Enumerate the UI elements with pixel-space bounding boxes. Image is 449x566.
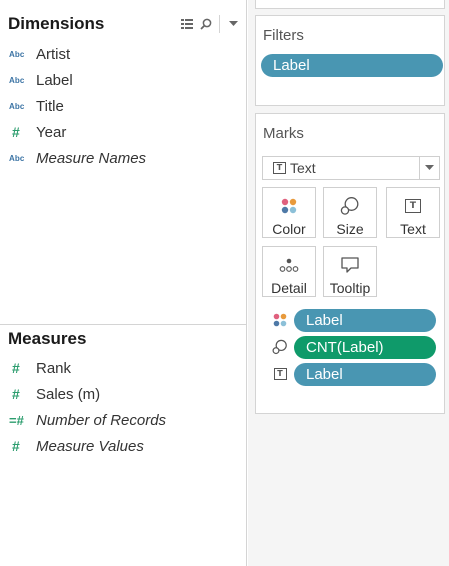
color-dots-icon (263, 196, 315, 216)
abc-icon: Abc (9, 153, 25, 163)
mark-type-dropdown[interactable]: T Text (262, 156, 440, 180)
marks-card: Marks T Text Color Size T Text Detail To… (255, 113, 445, 414)
mark-type-value: Text (290, 160, 316, 176)
field-measure-values[interactable]: # Measure Values (0, 433, 247, 459)
field-label: Year (36, 123, 67, 141)
tooltip-button-label: Tooltip (329, 280, 371, 296)
dimensions-list: Abc Artist Abc Label Abc Title # Year Ab… (0, 41, 247, 171)
size-button[interactable]: Size (323, 187, 377, 238)
text-mark-icon: T (273, 162, 286, 174)
pill-label: CNT(Label) (306, 339, 384, 356)
filters-title: Filters (263, 27, 304, 44)
field-rank[interactable]: # Rank (0, 355, 247, 381)
color-button-label: Color (272, 221, 306, 237)
size-circles-icon (272, 339, 288, 355)
field-label: Rank (36, 359, 72, 377)
view-list-icon[interactable] (181, 18, 193, 30)
size-encoding-pill[interactable]: CNT(Label) (294, 336, 436, 359)
field-label: Label (36, 71, 73, 89)
text-box-icon: T (272, 366, 288, 382)
text-encoding-pill[interactable]: Label (294, 363, 436, 386)
pages-card (255, 0, 445, 9)
color-encoding-pill[interactable]: Label (294, 309, 436, 332)
pill-label: Label (306, 366, 343, 383)
tooltip-button[interactable]: Tooltip (323, 246, 377, 297)
hash-icon: # (12, 438, 20, 454)
field-label: Sales (m) (36, 385, 101, 403)
hash-icon: # (12, 386, 20, 402)
measures-header: Measures (0, 325, 247, 353)
dropdown-arrow-icon[interactable] (227, 18, 239, 30)
chevron-down-icon[interactable] (419, 157, 439, 179)
field-label: Measure Values (36, 437, 144, 455)
field-measure-names[interactable]: Abc Measure Names (0, 145, 247, 171)
text-box-icon: T (387, 196, 439, 216)
toolbar-divider (219, 15, 220, 33)
field-label: Title (36, 97, 64, 115)
measures-list: # Rank # Sales (m) =# Number of Records … (0, 355, 247, 459)
field-sales[interactable]: # Sales (m) (0, 381, 247, 407)
abc-icon: Abc (9, 75, 25, 85)
search-icon[interactable] (200, 18, 212, 30)
field-label: Measure Names (36, 149, 147, 167)
dimensions-header: Dimensions (0, 10, 247, 38)
filters-card[interactable]: Filters Label (255, 15, 445, 106)
field-year[interactable]: # Year (0, 119, 247, 145)
field-label: Artist (36, 45, 71, 63)
marks-title: Marks (263, 125, 304, 142)
pill-label: Label (273, 57, 310, 74)
hash-icon: # (12, 124, 20, 140)
detail-button-label: Detail (271, 280, 307, 296)
calculated-hash-icon: =# (9, 412, 24, 428)
size-circles-icon (324, 196, 376, 216)
measures-title: Measures (8, 329, 87, 348)
abc-icon: Abc (9, 101, 25, 111)
speech-bubble-icon (324, 255, 376, 275)
text-button-label: Text (400, 221, 426, 237)
shelves-pane: Filters Label Marks T Text Color Size T … (248, 0, 449, 566)
dimensions-toolbar (181, 14, 239, 34)
field-number-of-records[interactable]: =# Number of Records (0, 407, 247, 433)
pill-label: Label (306, 312, 343, 329)
filter-pill-label[interactable]: Label (261, 54, 443, 77)
field-title[interactable]: Abc Title (0, 93, 247, 119)
text-button[interactable]: T Text (386, 187, 440, 238)
tableau-workspace: Dimensions Abc Artist Abc Label Abc Titl… (0, 0, 449, 566)
detail-button[interactable]: Detail (262, 246, 316, 297)
abc-icon: Abc (9, 49, 25, 59)
field-artist[interactable]: Abc Artist (0, 41, 247, 67)
hash-icon: # (12, 360, 20, 376)
color-dots-icon (272, 312, 288, 328)
color-button[interactable]: Color (262, 187, 316, 238)
field-label-dimension[interactable]: Abc Label (0, 67, 247, 93)
size-button-label: Size (336, 221, 364, 237)
detail-dots-icon (263, 255, 315, 275)
data-pane: Dimensions Abc Artist Abc Label Abc Titl… (0, 0, 247, 566)
field-label: Number of Records (36, 411, 167, 429)
dimensions-title: Dimensions (8, 14, 105, 33)
